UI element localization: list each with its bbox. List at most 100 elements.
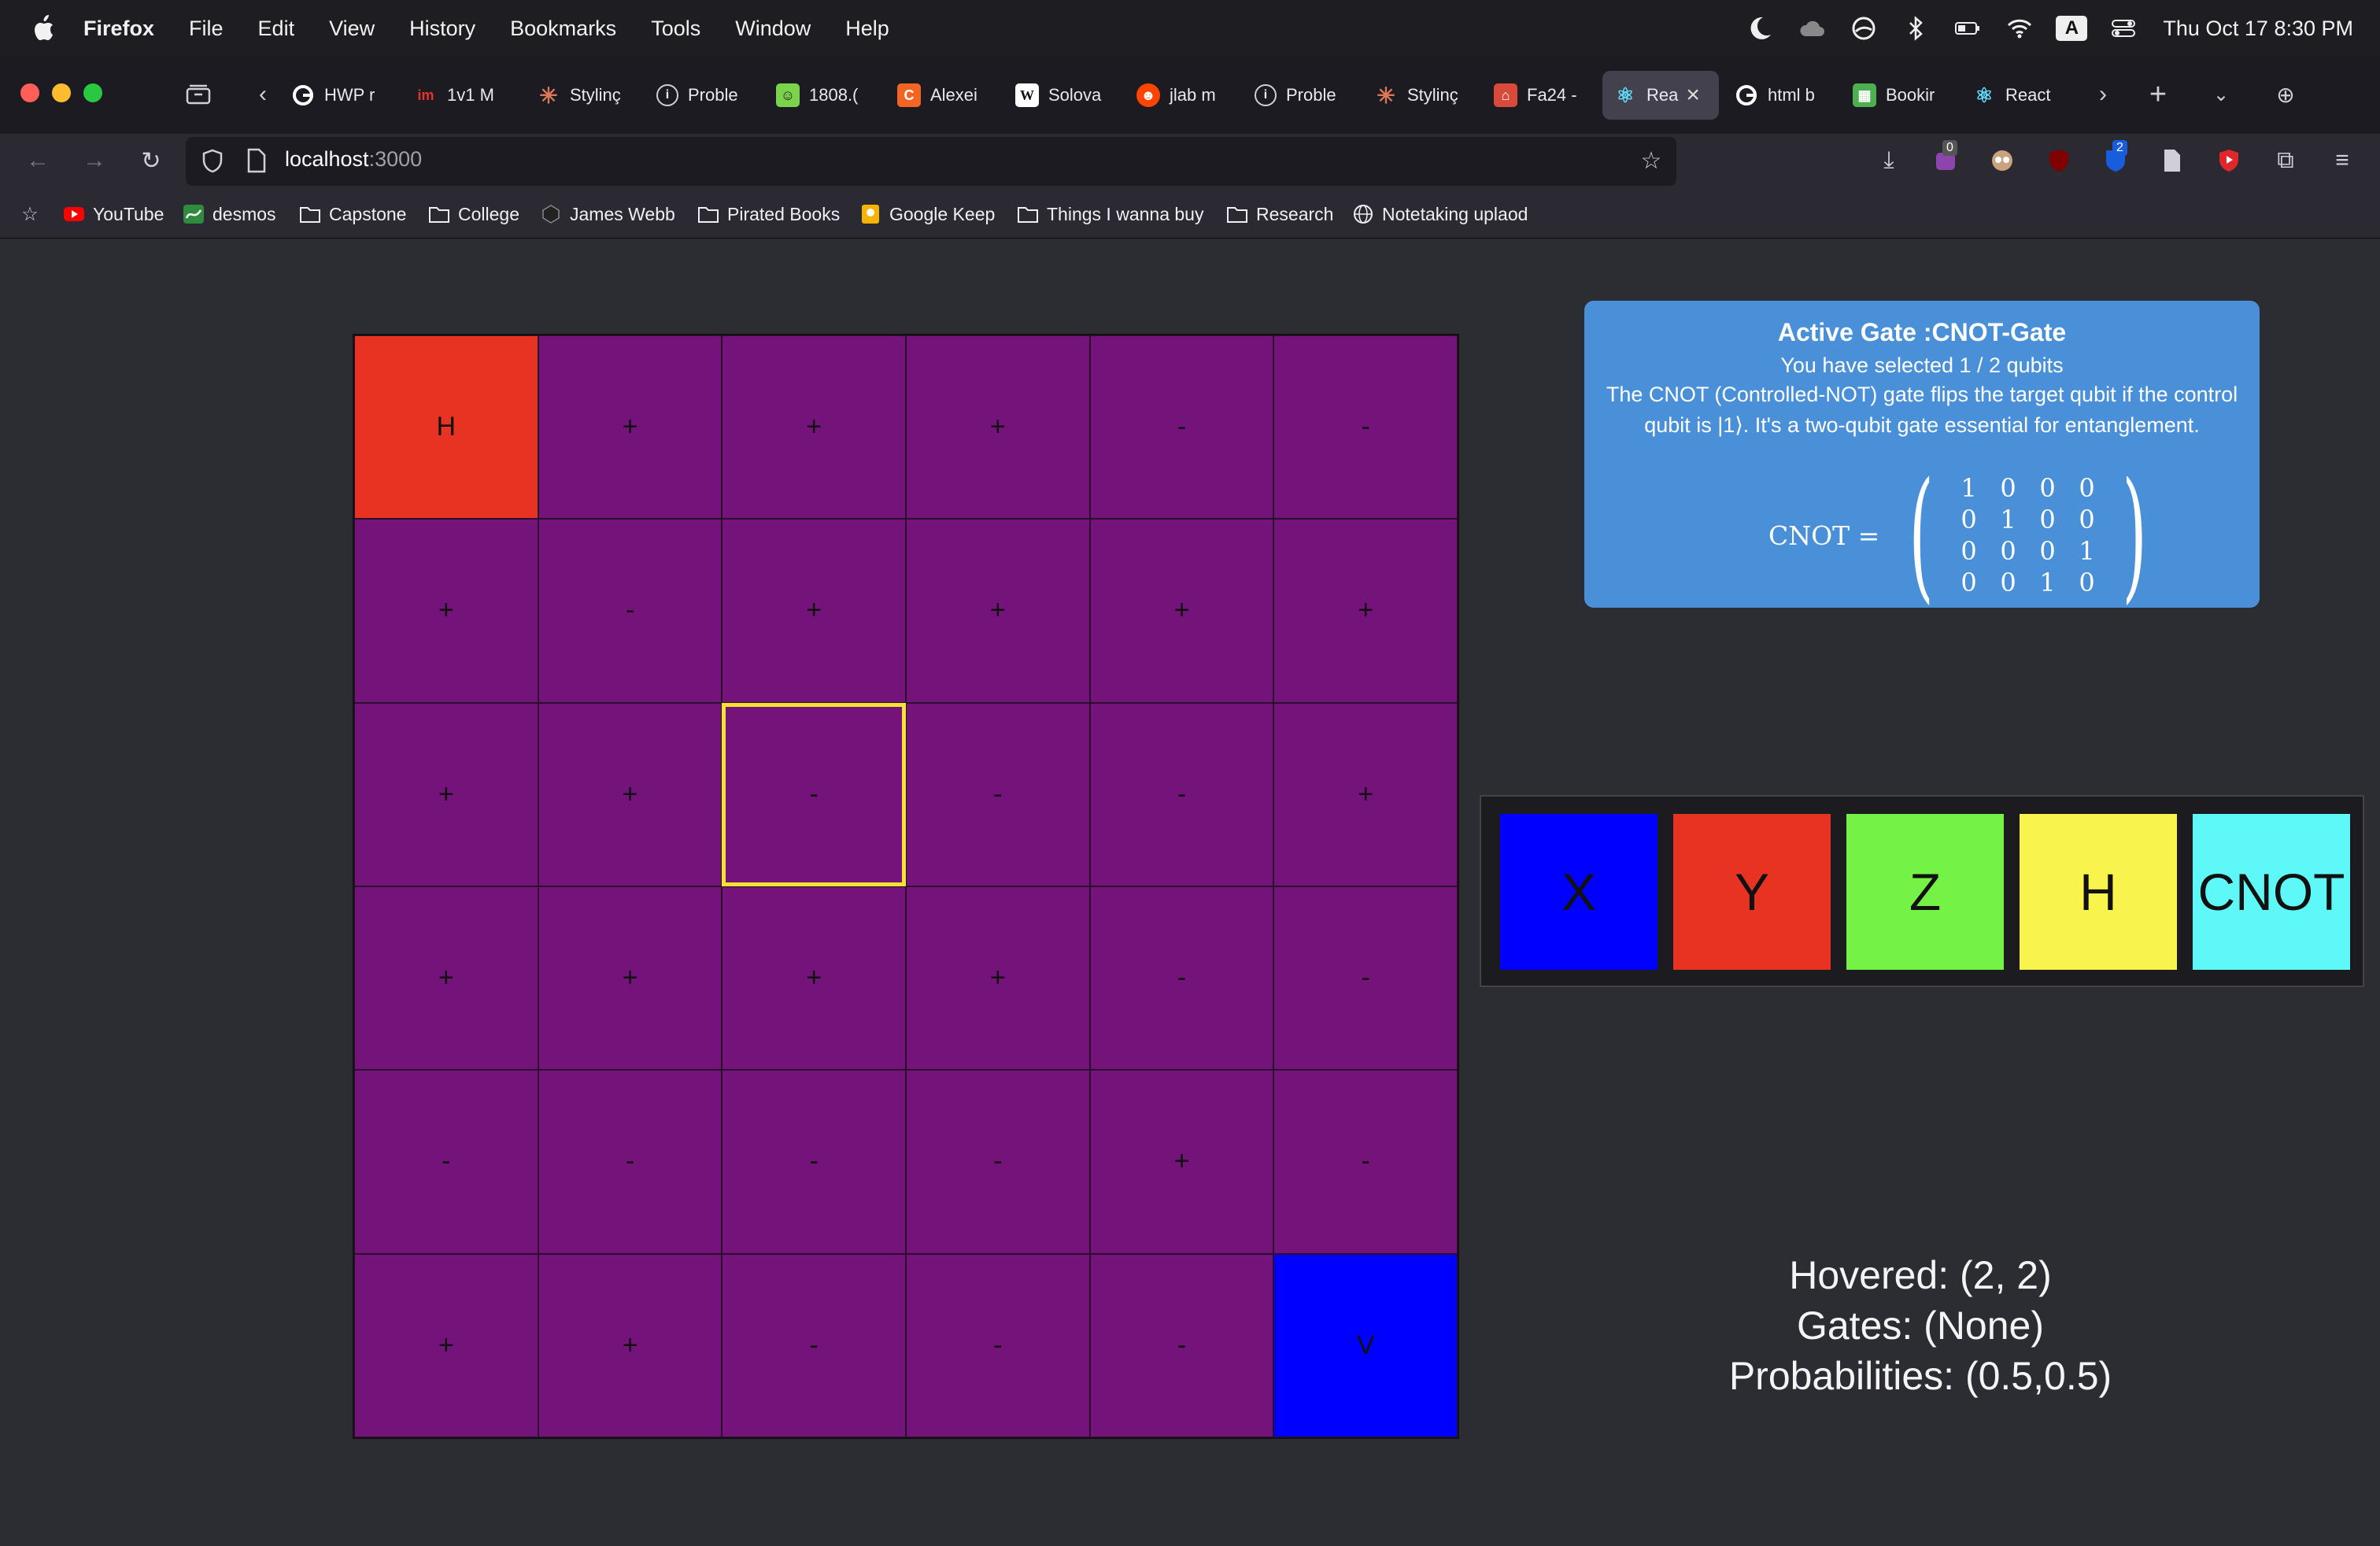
ublock-icon[interactable] <box>2043 145 2075 176</box>
grid-cell[interactable]: + <box>1089 519 1274 703</box>
reload-icon[interactable]: ↻ <box>135 145 167 176</box>
bookmark-folder-capstone[interactable]: Capstone <box>299 202 406 227</box>
tabs-scroll-left-icon[interactable]: ‹ <box>247 79 279 110</box>
tab-item[interactable]: ▦ Bookir <box>1853 71 1950 120</box>
bookmark-james-webb[interactable]: James Webb <box>540 202 675 227</box>
cloud-icon[interactable] <box>1796 13 1828 44</box>
grid-cell[interactable]: - <box>1273 335 1458 520</box>
extension-face-icon[interactable] <box>1986 145 2018 176</box>
grid-cell[interactable]: + <box>538 886 722 1071</box>
gate-button-z[interactable]: Z <box>1846 814 2004 970</box>
grid-cell[interactable]: + <box>354 702 538 886</box>
firefox-view-icon[interactable]: ⊕ <box>2270 79 2301 110</box>
tab-item[interactable]: i Proble <box>656 71 754 120</box>
new-tab-icon[interactable]: + <box>2142 78 2174 111</box>
back-icon[interactable]: ← <box>22 145 54 176</box>
menubar-clock[interactable]: Thu Oct 17 8:30 PM <box>2163 17 2353 41</box>
menu-edit[interactable]: Edit <box>258 17 295 41</box>
moon-icon[interactable] <box>1744 13 1776 44</box>
gate-button-cnot[interactable]: CNOT <box>2193 814 2350 970</box>
menu-file[interactable]: File <box>189 17 224 41</box>
video-extension-icon[interactable] <box>2213 145 2245 176</box>
grid-cell[interactable]: - <box>722 702 906 886</box>
menu-app-firefox[interactable]: Firefox <box>83 17 154 41</box>
url-text[interactable]: localhost:3000 <box>285 147 422 172</box>
grid-cell[interactable]: - <box>1089 886 1274 1071</box>
grid-cell[interactable]: + <box>354 1253 538 1437</box>
bookmark-youtube[interactable]: YouTube <box>63 202 164 227</box>
grid-cell[interactable]: + <box>722 886 906 1071</box>
downloads-icon[interactable]: ⤓ <box>1873 145 1905 176</box>
window-close-button[interactable] <box>20 83 39 102</box>
tab-item[interactable]: HWP r <box>291 71 389 120</box>
window-minimize-button[interactable] <box>52 83 71 102</box>
bookmark-desmos[interactable]: desmos <box>183 202 276 227</box>
bookmark-folder-research[interactable]: Research <box>1226 202 1333 227</box>
menu-icon[interactable]: ≡ <box>2326 145 2358 176</box>
tab-item[interactable]: C Alexei <box>897 71 995 120</box>
tab-item[interactable]: ⚛ React <box>1972 71 2070 120</box>
tab-item[interactable]: html b <box>1735 71 1832 120</box>
grid-cell[interactable]: + <box>1273 519 1458 703</box>
battery-icon[interactable] <box>1952 13 1983 44</box>
apple-logo-icon[interactable] <box>31 14 55 43</box>
grid-cell[interactable]: - <box>722 1070 906 1254</box>
menu-history[interactable]: History <box>409 17 475 41</box>
menu-bookmarks[interactable]: Bookmarks <box>510 17 616 41</box>
tab-item[interactable]: W Solova <box>1015 71 1113 120</box>
bookmark-folder-college[interactable]: College <box>428 202 519 227</box>
grid-cell[interactable]: + <box>354 519 538 703</box>
menu-view[interactable]: View <box>329 17 375 41</box>
grid-cell[interactable]: - <box>538 1070 722 1254</box>
grid-cell[interactable]: H <box>354 335 538 520</box>
window-zoom-button[interactable] <box>83 83 102 102</box>
grid-cell[interactable]: - <box>538 519 722 703</box>
sync-icon[interactable] <box>1848 13 1879 44</box>
grid-cell[interactable]: + <box>906 886 1090 1071</box>
grid-cell[interactable]: + <box>1273 702 1458 886</box>
grid-cell[interactable]: - <box>1273 1070 1458 1254</box>
bookmark-star-icon[interactable]: ☆ <box>1635 145 1667 176</box>
bookmark-notetaking[interactable]: Notetaking uplaod <box>1352 202 1528 227</box>
tabs-scroll-right-icon[interactable]: › <box>2087 79 2119 110</box>
grid-cell[interactable]: + <box>906 519 1090 703</box>
forward-icon[interactable]: → <box>79 145 110 176</box>
bookmark-folder-things[interactable]: Things I wanna buy <box>1017 202 1203 227</box>
tab-close-icon[interactable]: × <box>1686 82 1700 109</box>
reader-icon[interactable] <box>2156 145 2188 176</box>
grid-cell[interactable]: + <box>538 335 722 520</box>
menu-window[interactable]: Window <box>735 17 811 41</box>
wifi-icon[interactable] <box>2004 13 2035 44</box>
grid-cell[interactable]: + <box>1089 1070 1274 1254</box>
gate-button-x[interactable]: X <box>1500 814 1658 970</box>
grid-cell[interactable]: - <box>1089 1253 1274 1437</box>
menu-help[interactable]: Help <box>845 17 889 41</box>
tab-item[interactable]: ✳ Stylinç <box>1374 71 1472 120</box>
grid-cell[interactable]: - <box>906 702 1090 886</box>
grid-cell[interactable]: + <box>538 702 722 886</box>
tab-item-active[interactable]: ⚛ Rea × <box>1602 71 1719 120</box>
grid-cell[interactable]: - <box>1089 702 1274 886</box>
grid-cell[interactable]: - <box>906 1070 1090 1254</box>
grid-cell[interactable]: - <box>906 1253 1090 1437</box>
input-source-indicator[interactable]: A <box>2056 13 2088 44</box>
grid-cell[interactable]: + <box>722 519 906 703</box>
tab-item[interactable]: i Proble <box>1255 71 1352 120</box>
extensions-puzzle-icon[interactable]: ⧉ <box>2270 145 2301 176</box>
tab-item[interactable]: ⌂ Fa24 - <box>1494 71 1591 120</box>
shield-icon[interactable] <box>197 145 228 176</box>
grid-cell[interactable]: + <box>538 1253 722 1437</box>
gate-button-y[interactable]: Y <box>1673 814 1831 970</box>
list-all-tabs-icon[interactable]: ⌄ <box>2205 79 2237 110</box>
tab-item[interactable]: ☺ 1808.( <box>776 71 874 120</box>
grid-cell[interactable]: V <box>1273 1253 1458 1437</box>
gate-button-h[interactable]: H <box>2020 814 2177 970</box>
grid-cell[interactable]: - <box>1089 335 1274 520</box>
tab-item[interactable]: ✳ Stylinç <box>537 71 634 120</box>
menu-tools[interactable]: Tools <box>651 17 700 41</box>
control-center-icon[interactable] <box>2108 13 2139 44</box>
grid-cell[interactable]: - <box>1273 886 1458 1071</box>
bookmark-folder-pirated-books[interactable]: Pirated Books <box>697 202 840 227</box>
bookmark-google-keep[interactable]: Google Keep <box>859 202 995 227</box>
grid-cell[interactable]: + <box>906 335 1090 520</box>
